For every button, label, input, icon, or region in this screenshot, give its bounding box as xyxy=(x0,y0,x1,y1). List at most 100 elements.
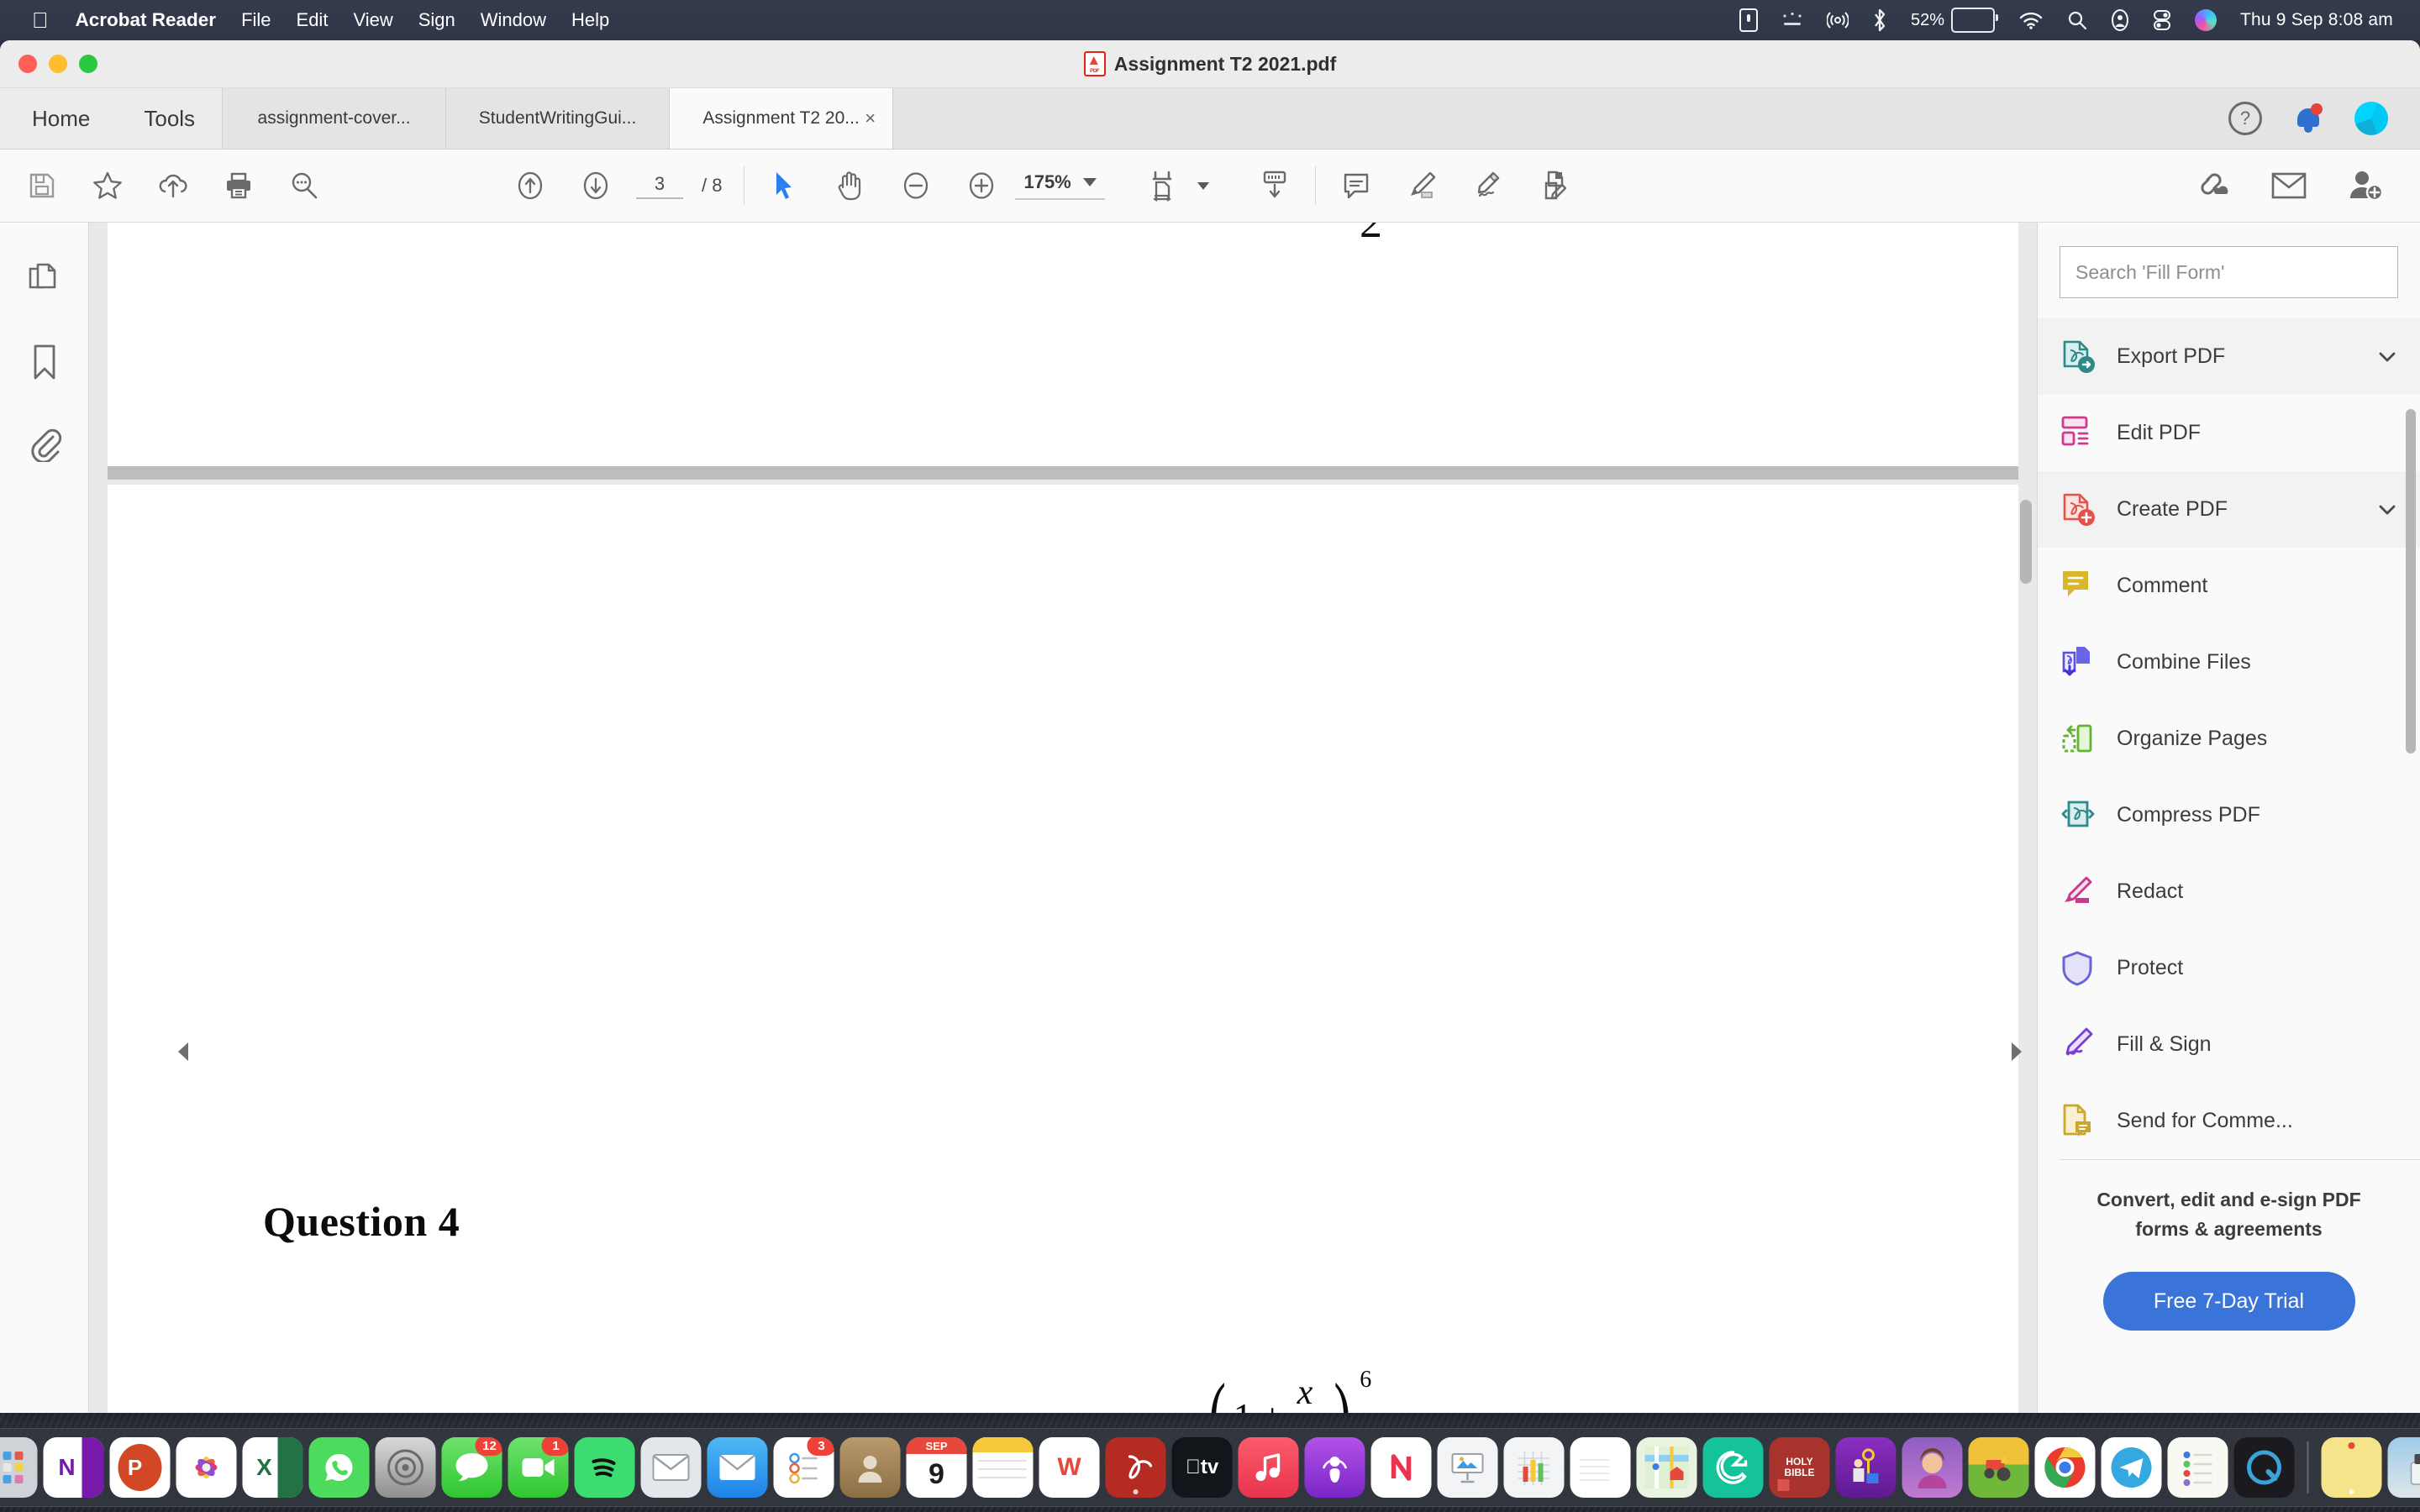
control-center-user-icon[interactable] xyxy=(2111,9,2129,31)
dock-item-facetime[interactable]: 1 xyxy=(508,1437,569,1498)
notifications-bell-icon[interactable] xyxy=(2296,103,2323,133)
menu-help[interactable]: Help xyxy=(571,9,609,31)
current-page-input[interactable]: 3 xyxy=(636,173,683,199)
dock-item-numbers[interactable] xyxy=(1503,1437,1565,1498)
dock-item-contacts[interactable] xyxy=(839,1437,901,1498)
dock-item-powerpoint[interactable]: P xyxy=(109,1437,171,1498)
dock-item-quicktime[interactable] xyxy=(2233,1437,2295,1498)
attachments-icon[interactable] xyxy=(24,424,65,465)
spotlight-search-icon[interactable] xyxy=(2067,10,2087,30)
previous-page-icon[interactable] xyxy=(512,167,549,204)
tool-item-redact[interactable]: Redact xyxy=(2038,853,2420,930)
dock-item-wps-office[interactable]: W xyxy=(1039,1437,1100,1498)
dock-item-stickies[interactable] xyxy=(2321,1437,2382,1498)
bookmarks-icon[interactable] xyxy=(24,342,65,382)
dock-item-telegram[interactable] xyxy=(2101,1437,2162,1498)
tools-panel-scrollbar[interactable] xyxy=(2406,409,2416,753)
dock-item-apple-tv[interactable]: tv xyxy=(1171,1437,1233,1498)
tool-item-fill-sign[interactable]: Fill & Sign xyxy=(2038,1006,2420,1083)
home-button[interactable]: Home xyxy=(0,88,118,149)
next-page-icon[interactable] xyxy=(577,167,614,204)
tool-item-edit-pdf[interactable]: Edit PDF xyxy=(2038,395,2420,471)
email-icon[interactable] xyxy=(2270,167,2307,204)
comment-icon[interactable] xyxy=(1338,167,1375,204)
pdf-document-view[interactable]: 2 Question 4 a) Find the coefficient of … xyxy=(89,223,2037,1413)
dock-item-photos[interactable] xyxy=(176,1437,237,1498)
dock-item-spotify[interactable] xyxy=(574,1437,635,1498)
share-link-icon[interactable] xyxy=(2193,167,2230,204)
screen-mirror-icon[interactable] xyxy=(1739,8,1758,32)
airplay-icon[interactable] xyxy=(1826,9,1849,31)
dock-item-farm-game[interactable] xyxy=(1968,1437,2029,1498)
menu-window[interactable]: Window xyxy=(481,9,546,31)
dock-item-excel[interactable]: X xyxy=(242,1437,303,1498)
menu-sign[interactable]: Sign xyxy=(418,9,455,31)
dock-item-messages[interactable]: 12 xyxy=(441,1437,502,1498)
save-icon[interactable] xyxy=(24,167,60,204)
dock-item-music[interactable] xyxy=(1238,1437,1299,1498)
pdf-page-current[interactable]: Question 4 a) Find the coefficient of x 4… xyxy=(108,485,2018,1413)
free-trial-button[interactable]: Free 7-Day Trial xyxy=(2102,1272,2355,1331)
wifi-icon[interactable] xyxy=(2018,11,2044,29)
add-person-icon[interactable] xyxy=(2348,167,2385,204)
dock-item-chrome[interactable] xyxy=(2034,1437,2096,1498)
tools-search-input[interactable]: Search 'Fill Form' xyxy=(2060,246,2398,298)
print-icon[interactable] xyxy=(220,167,257,204)
battery-status[interactable]: 52% xyxy=(1911,8,1998,33)
control-center-icon[interactable] xyxy=(2153,9,2171,31)
dnd-icon[interactable] xyxy=(1781,12,1803,29)
zoom-out-icon[interactable] xyxy=(897,167,934,204)
dock-item-system-preferences[interactable] xyxy=(375,1437,436,1498)
siri-icon[interactable] xyxy=(2194,9,2217,31)
dock-item-reminders[interactable]: 3 xyxy=(773,1437,834,1498)
tab-assignment-t2[interactable]: Assignment T2 20... × xyxy=(670,88,894,149)
next-page-arrow[interactable] xyxy=(2002,1037,2030,1066)
chevron-down-icon[interactable] xyxy=(2376,499,2398,521)
scroll-mode-icon[interactable] xyxy=(1256,167,1293,204)
hand-tool-icon[interactable] xyxy=(832,167,869,204)
tool-item-export-pdf[interactable]: Export PDF xyxy=(2038,318,2420,395)
dock-item-holy-bible[interactable]: HOLY BIBLE xyxy=(1769,1437,1830,1498)
menu-edit[interactable]: Edit xyxy=(297,9,329,31)
sign-icon[interactable] xyxy=(1469,167,1506,204)
zoom-level-selector[interactable]: 175% xyxy=(1015,171,1105,200)
previous-page-arrow[interactable] xyxy=(170,1037,198,1066)
document-vertical-scrollbar[interactable] xyxy=(2020,500,2032,584)
dock-item-mail-grey[interactable] xyxy=(640,1437,702,1498)
tool-item-compress-pdf[interactable]: Compress PDF xyxy=(2038,777,2420,853)
fit-page-icon[interactable] xyxy=(1144,167,1181,204)
star-icon[interactable] xyxy=(89,167,126,204)
tool-item-combine-files[interactable]: Combine Files xyxy=(2038,624,2420,701)
menu-file[interactable]: File xyxy=(241,9,271,31)
tool-item-create-pdf[interactable]: Create PDF xyxy=(2038,471,2420,548)
dock-item-preview-photo[interactable] xyxy=(2387,1437,2420,1498)
tool-item-protect[interactable]: Protect xyxy=(2038,930,2420,1006)
dock-item-whatsapp[interactable] xyxy=(308,1437,370,1498)
dock-item-pages[interactable]: “ xyxy=(1570,1437,1631,1498)
dock-item-podcasts[interactable] xyxy=(1304,1437,1365,1498)
highlight-icon[interactable] xyxy=(1403,167,1440,204)
dock-item-keynote[interactable] xyxy=(1437,1437,1498,1498)
help-icon[interactable]: ? xyxy=(2228,102,2262,135)
dock-item-grammarly[interactable] xyxy=(1702,1437,1764,1498)
page-thumbnails-icon[interactable] xyxy=(24,260,65,300)
dock-item-notes-list[interactable] xyxy=(2167,1437,2228,1498)
search-icon[interactable] xyxy=(286,167,323,204)
tool-item-comment[interactable]: Comment xyxy=(2038,548,2420,624)
tool-item-organize-pages[interactable]: Organize Pages xyxy=(2038,701,2420,777)
chevron-down-icon[interactable] xyxy=(1197,181,1209,190)
user-avatar[interactable] xyxy=(2354,102,2388,135)
dock-item-news[interactable] xyxy=(1370,1437,1432,1498)
menubar-app-name[interactable]: Acrobat Reader xyxy=(76,9,217,31)
dock-item-maps[interactable] xyxy=(1636,1437,1697,1498)
upload-cloud-icon[interactable] xyxy=(155,167,192,204)
tab-student-writing-guide[interactable]: StudentWritingGui... xyxy=(446,88,671,149)
dock-item-notes[interactable] xyxy=(972,1437,1034,1498)
apple-logo-icon[interactable]:  xyxy=(32,9,49,31)
select-cursor-icon[interactable] xyxy=(766,167,803,204)
menu-view[interactable]: View xyxy=(353,9,392,31)
tool-item-send-for-comments[interactable]: Send for Comme... xyxy=(2038,1083,2420,1159)
zoom-in-icon[interactable] xyxy=(963,167,1000,204)
dock-item-game-avatar[interactable] xyxy=(1902,1437,1963,1498)
dock-item-calendar[interactable]: SEP 9 xyxy=(906,1437,967,1498)
